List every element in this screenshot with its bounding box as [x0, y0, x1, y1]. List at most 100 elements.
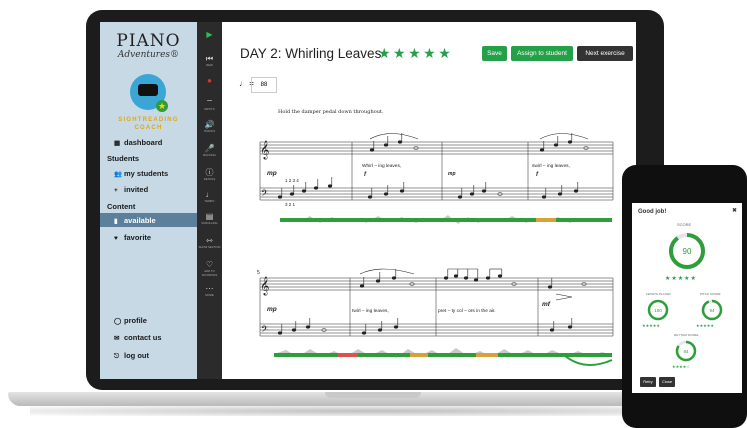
tempo-input[interactable]: 88: [251, 77, 277, 93]
sidebar-item-available[interactable]: ▮ available: [114, 214, 156, 227]
more-icon[interactable]: ⋯ MORE: [197, 284, 222, 297]
mic-icon[interactable]: 🎤 BACKING: [197, 144, 222, 157]
tool-label: INPUTS: [204, 107, 215, 111]
dynamic-f: f: [364, 172, 367, 178]
playback-toolbar: ▶ ⏮ REW ● ⌔ INPUTS 🔊 TRACKS 🎤 BACKING ⓘ DETAI…: [197, 22, 222, 379]
laptop-shadow: [30, 406, 720, 416]
book-icon: ▮: [114, 218, 118, 225]
logout-icon: ⎋: [114, 353, 120, 360]
mail-icon: ✉: [114, 335, 120, 342]
rating-stars: ★★★★★: [378, 45, 454, 61]
laptop-notch: [325, 392, 421, 398]
rhythm-gauge: 84: [675, 340, 697, 362]
performance-waveform-2: [274, 348, 613, 366]
tool-glyph: 🎤: [204, 144, 215, 153]
pitch-gauge: 94: [701, 299, 723, 321]
length-stars: ★★★★★: [642, 323, 660, 328]
bass-clef-icon: 𝄢: [261, 189, 268, 201]
sidebar-item-contact-us[interactable]: ✉ contact us: [114, 331, 162, 344]
system-1-staves: [259, 141, 614, 201]
sidebar-item-label: my students: [124, 169, 169, 178]
tool-glyph: ⌔: [205, 98, 214, 107]
treble-clef-icon: 𝄞: [260, 277, 269, 296]
rhythm-stars: ★★★★☆: [672, 364, 690, 369]
note-icon[interactable]: ♩ TEMPO: [197, 190, 222, 203]
assign-to-student-button[interactable]: Assign to student: [511, 46, 573, 61]
close-icon[interactable]: ✖: [732, 207, 737, 214]
sidebar-item-profile[interactable]: ◯ profile: [114, 314, 147, 327]
dynamic-mp: mp: [267, 306, 277, 313]
play-icon[interactable]: ▶: [197, 30, 222, 39]
sidebar-item-label: dashboard: [124, 138, 163, 147]
tool-label: ADD TO FAVORITES: [201, 269, 218, 277]
lyric: swirl – ing leaves,: [532, 163, 570, 169]
tool-glyph: ⇿: [206, 236, 213, 245]
sidebar-item-label: contact us: [124, 333, 162, 342]
bass-clef-icon: 𝄢: [261, 325, 268, 337]
sidebar-item-favorite[interactable]: ♥ favorite: [114, 231, 151, 244]
instruction-text: Hold the damper pedal down throughout.: [278, 109, 384, 115]
sidebar-item-label: favorite: [124, 233, 152, 242]
score-value: 90: [683, 247, 692, 256]
rhythm-value: 84: [683, 349, 689, 354]
score-label: SCORE: [677, 222, 692, 227]
lyric: pret – ty col – ors in the air.: [438, 308, 496, 314]
record-icon[interactable]: ●: [197, 76, 222, 85]
tool-label: SHOW SECTION: [198, 245, 221, 249]
info-icon[interactable]: ⓘ DETAILS: [197, 168, 222, 181]
measure-number: 5: [257, 270, 260, 276]
sidebar-item-label: invited: [124, 185, 149, 194]
system-2-staves: [259, 277, 614, 337]
system-2-notes: [277, 268, 587, 335]
speaker-icon[interactable]: 🔊 TRACKS: [197, 120, 222, 133]
expand-icon[interactable]: ⇿ SHOW SECTION: [197, 236, 222, 249]
dynamic-mp: mp: [267, 170, 277, 177]
profile-icon: ◯: [114, 318, 122, 325]
sidebar-item-label: available: [124, 216, 156, 225]
users-icon: 👥: [114, 171, 123, 178]
sidebar-item-label: profile: [124, 316, 147, 325]
next-exercise-button[interactable]: Next exercise: [577, 46, 633, 61]
nav-heading-students: Students: [107, 154, 140, 163]
tool-glyph: ▶: [206, 30, 213, 39]
dynamic-mf: mf: [542, 301, 551, 308]
close-button[interactable]: Close: [659, 377, 675, 387]
tool-label: DETAILS: [203, 177, 216, 181]
save-button[interactable]: Save: [482, 46, 507, 61]
tool-glyph: ♡: [205, 260, 214, 269]
grid-icon: ▦: [114, 140, 121, 147]
lyric: twirl – ing leaves,: [352, 308, 389, 314]
page-title: DAY 2: Whirling Leaves: [240, 46, 382, 61]
tool-label: TRACKS: [203, 129, 216, 133]
tool-label: BACKING: [203, 153, 216, 157]
length-gauge: 100: [647, 299, 669, 321]
fingering-top: 1 2 3 4: [285, 178, 299, 183]
sidebar-item-invited[interactable]: + invited: [114, 183, 148, 196]
treble-clef-icon: 𝄞: [260, 141, 269, 160]
tool-glyph: ▤: [205, 212, 214, 221]
sidebar-item-log-out[interactable]: ⎋ log out: [114, 349, 149, 362]
rewind-icon[interactable]: ⏮ REW: [197, 54, 222, 67]
heart-icon: ♥: [114, 235, 118, 242]
tool-glyph: ⋯: [205, 284, 214, 293]
sheet-music: Hold the damper pedal down throughout. 𝄞…: [257, 109, 614, 366]
results-heading: Good job!: [638, 209, 667, 215]
dynamic-f: f: [536, 172, 539, 178]
retry-button[interactable]: Retry: [640, 377, 656, 387]
wifi-icon[interactable]: ⌔ INPUTS: [197, 98, 222, 111]
tool-glyph: ♩: [205, 190, 214, 199]
nav-heading-content: Content: [107, 202, 136, 211]
sidebar-item-my-students[interactable]: 👥 my students: [114, 167, 168, 180]
tool-label: SCROLLING: [201, 221, 218, 225]
lyric: Whirl – ing leaves,: [362, 163, 401, 169]
user-plus-icon: +: [114, 187, 118, 194]
scroll-icon[interactable]: ▤ SCROLLING: [197, 212, 222, 225]
heart-icon[interactable]: ♡ ADD TO FAVORITES: [197, 260, 222, 277]
length-value: 100: [654, 308, 662, 313]
dynamic-mp: mp: [448, 171, 456, 177]
tool-label: TEMPO: [204, 199, 215, 203]
score-stars: ★★★★★: [665, 276, 697, 282]
sidebar-item-dashboard[interactable]: ▦ dashboard: [114, 136, 162, 149]
sidebar-item-label: log out: [124, 351, 149, 360]
score-gauge: 90: [669, 233, 705, 269]
